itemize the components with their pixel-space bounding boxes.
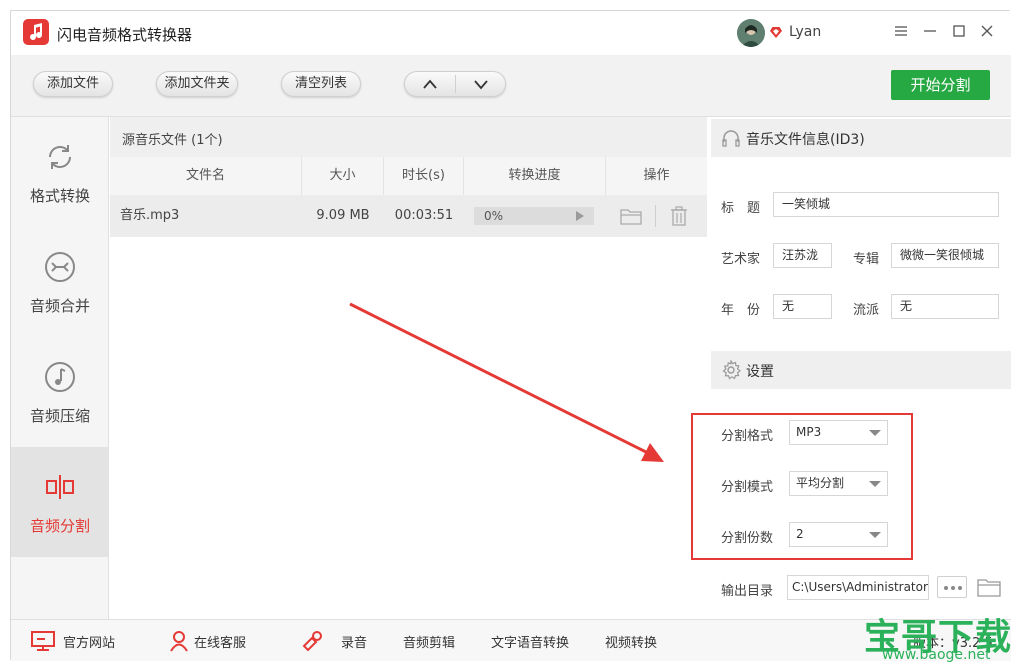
refresh-icon <box>49 145 71 169</box>
support-link[interactable]: 在线客服 <box>194 632 246 651</box>
sidebar: 格式转换 音频合并 音频压缩 音频分割 <box>11 117 109 619</box>
progress-bar: 0% <box>474 207 594 225</box>
move-buttons <box>404 71 506 97</box>
output-dir-field[interactable]: C:\Users\Administrator <box>787 575 929 600</box>
column-header-progress: 转换进度 <box>464 157 606 195</box>
sidebar-item-label: 格式转换 <box>29 187 90 205</box>
merge-icon <box>45 252 75 282</box>
id3-section-title: 音乐文件信息(ID3) <box>746 132 865 148</box>
column-header-name: 文件名 <box>110 157 302 195</box>
split-icon <box>46 475 74 499</box>
sidebar-item-label: 音频合并 <box>29 297 90 315</box>
sidebar-item-audio-split[interactable]: 音频分割 <box>11 447 109 557</box>
app-window: 闪电音频格式转换器 Lyan 添加文件 添加文件夹 清空列表 开始分割 格式转换… <box>10 10 1011 661</box>
bottom-bar: 官方网站 在线客服 录音 音频剪辑 文字语音转换 视频转换 版本：v3.2.5 <box>11 619 1011 661</box>
album-field[interactable]: 微微一笑很倾城 <box>891 243 999 268</box>
open-folder-icon[interactable] <box>620 207 642 225</box>
table-row[interactable]: 音乐.mp3 9.09 MB 00:03:51 0% <box>110 195 707 237</box>
column-header-duration: 时长(s) <box>384 157 464 195</box>
headphones-icon <box>722 130 740 147</box>
record-link[interactable]: 录音 <box>341 632 367 651</box>
file-name: 音乐.mp3 <box>120 208 180 223</box>
watermark: 宝哥下载 www.baoge.net <box>864 608 1020 670</box>
settings-section-title: 设置 <box>746 364 774 380</box>
title-field[interactable]: 一笑倾城 <box>773 192 999 217</box>
tts-link[interactable]: 文字语音转换 <box>491 632 569 651</box>
right-panel: 音乐文件信息(ID3) 标 题 一笑倾城 艺术家 汪苏泷 专辑 微微一笑很倾城 … <box>691 117 1011 619</box>
audio-cut-link[interactable]: 音频剪辑 <box>403 632 455 651</box>
delete-icon[interactable] <box>670 206 688 226</box>
id3-section-header: 音乐文件信息(ID3) <box>711 119 1011 157</box>
menu-icon[interactable] <box>891 21 911 41</box>
vip-badge-icon <box>770 27 782 38</box>
open-folder-icon[interactable] <box>977 577 1001 597</box>
highlight-box <box>691 413 913 560</box>
artist-field[interactable]: 汪苏泷 <box>773 243 832 268</box>
toolbar: 添加文件 添加文件夹 清空列表 开始分割 <box>11 55 1011 117</box>
user-avatar[interactable] <box>737 19 765 47</box>
sidebar-item-format-convert[interactable]: 格式转换 <box>11 117 109 227</box>
column-header-actions: 操作 <box>606 157 707 195</box>
sidebar-item-audio-compress[interactable]: 音频压缩 <box>11 337 109 447</box>
gear-icon <box>722 360 741 380</box>
monitor-icon <box>31 631 55 651</box>
play-icon[interactable] <box>576 211 584 221</box>
file-list-panel: 源音乐文件 (1个) 文件名 大小 时长(s) 转换进度 操作 音乐.mp3 9… <box>110 117 707 619</box>
file-list-header: 源音乐文件 (1个) <box>110 117 707 157</box>
start-split-button[interactable]: 开始分割 <box>891 70 990 100</box>
video-convert-link[interactable]: 视频转换 <box>605 632 657 651</box>
website-link[interactable]: 官方网站 <box>63 632 115 651</box>
app-title: 闪电音频格式转换器 <box>57 26 193 44</box>
username[interactable]: Lyan <box>789 24 821 40</box>
clear-list-button[interactable]: 清空列表 <box>281 71 361 97</box>
move-up-button[interactable] <box>405 72 455 96</box>
artist-label: 艺术家 <box>721 252 761 267</box>
music-note-icon <box>45 362 75 392</box>
maximize-icon[interactable] <box>949 21 969 41</box>
file-list-title: 源音乐文件 (1个) <box>122 133 223 148</box>
move-down-button[interactable] <box>456 72 506 96</box>
microphone-icon <box>302 631 322 652</box>
column-header-size: 大小 <box>302 157 384 195</box>
sidebar-item-label: 音频分割 <box>29 517 90 535</box>
title-bar: 闪电音频格式转换器 Lyan <box>11 11 1011 55</box>
add-file-button[interactable]: 添加文件 <box>33 71 113 97</box>
browse-button[interactable] <box>937 576 967 598</box>
sidebar-item-audio-merge[interactable]: 音频合并 <box>11 227 109 337</box>
sidebar-item-label: 音频压缩 <box>29 407 90 425</box>
watermark-url: www.baoge.net <box>882 647 991 663</box>
progress-text: 0% <box>484 209 504 223</box>
genre-label: 流派 <box>853 303 880 318</box>
more-icon <box>944 586 962 590</box>
year-label: 年 份 <box>721 303 761 318</box>
album-label: 专辑 <box>853 252 880 267</box>
settings-section-header: 设置 <box>711 351 1011 389</box>
app-logo-icon <box>23 19 49 45</box>
close-icon[interactable] <box>977 21 997 41</box>
support-icon <box>170 631 188 652</box>
chevron-down-icon <box>474 80 488 90</box>
title-label: 标 题 <box>721 201 761 216</box>
genre-field[interactable]: 无 <box>891 294 999 319</box>
year-field[interactable]: 无 <box>773 294 832 319</box>
output-dir-label: 输出目录 <box>721 584 774 599</box>
file-duration: 00:03:51 <box>394 208 454 223</box>
minimize-icon[interactable] <box>920 21 940 41</box>
file-size: 9.09 MB <box>316 208 370 223</box>
chevron-up-icon <box>423 79 437 89</box>
add-folder-button[interactable]: 添加文件夹 <box>156 71 238 97</box>
